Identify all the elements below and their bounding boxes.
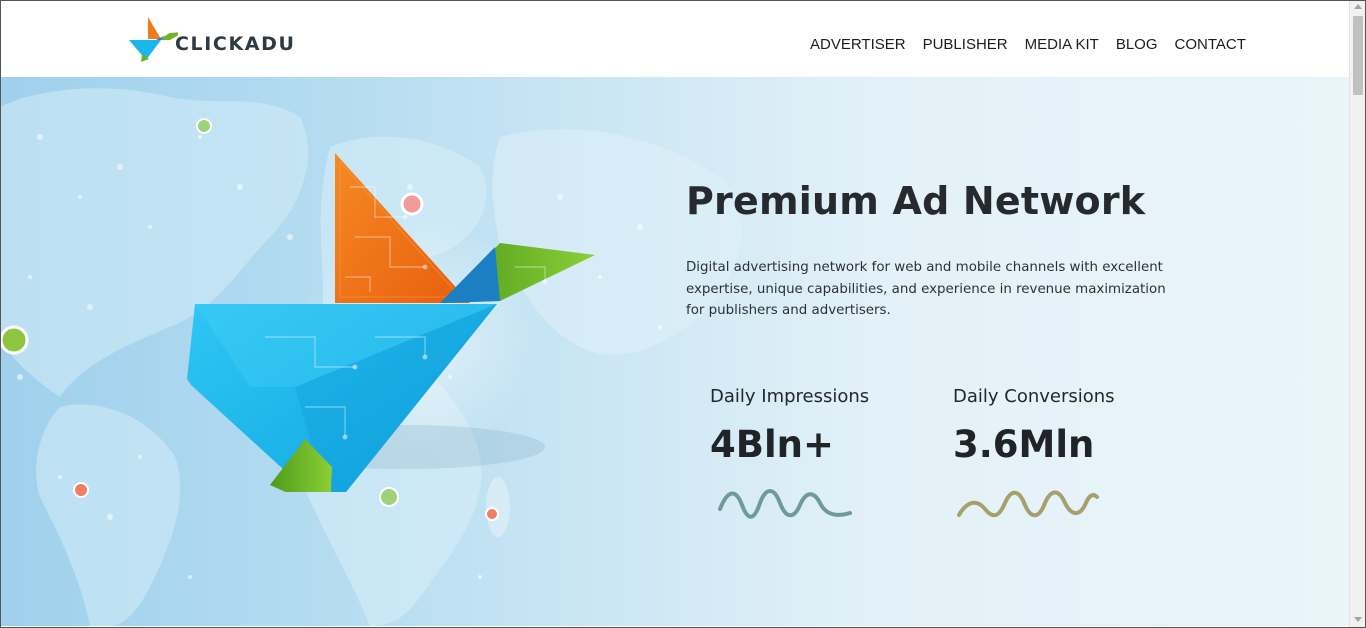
- nav-publisher[interactable]: PUBLISHER: [923, 36, 1008, 53]
- scroll-up-arrow-icon[interactable]: [1354, 4, 1362, 9]
- nav-advertiser[interactable]: ADVERTISER: [810, 36, 906, 53]
- nav-blog[interactable]: BLOG: [1116, 36, 1158, 53]
- hero-section: Premium Ad Network Digital advertising n…: [0, 77, 1349, 626]
- stat-label: Daily Impressions: [710, 386, 870, 407]
- clickadu-logo[interactable]: CLICKADU: [128, 16, 308, 64]
- logo-wordmark: CLICKADU: [175, 33, 296, 55]
- hero-description: Digital advertising network for web and …: [686, 260, 1166, 318]
- wave-decoration-impressions: [718, 489, 852, 519]
- bird-logo-icon: [129, 17, 178, 62]
- scroll-down-arrow-icon[interactable]: [1354, 617, 1362, 622]
- stat-value: 4Bln+: [710, 423, 834, 466]
- nav-contact[interactable]: CONTACT: [1175, 36, 1246, 53]
- stat-daily-impressions: Daily Impressions 4Bln+: [710, 386, 869, 466]
- stat-label: Daily Conversions: [953, 386, 1115, 407]
- main-nav: ADVERTISER PUBLISHER MEDIA KIT BLOG CONT…: [810, 36, 1263, 53]
- stat-value: 3.6Mln: [953, 423, 1095, 466]
- vertical-scrollbar[interactable]: [1349, 0, 1366, 628]
- hero-title: Premium Ad Network: [686, 179, 1146, 223]
- site-header: CLICKADU ADVERTISER PUBLISHER MEDIA KIT …: [0, 0, 1349, 77]
- wave-decoration-conversions: [957, 490, 1099, 518]
- stat-daily-conversions: Daily Conversions 3.6Mln: [953, 386, 1115, 466]
- nav-media-kit[interactable]: MEDIA KIT: [1025, 36, 1099, 53]
- origami-bird-illustration: [187, 153, 595, 492]
- scroll-thumb[interactable]: [1353, 16, 1363, 95]
